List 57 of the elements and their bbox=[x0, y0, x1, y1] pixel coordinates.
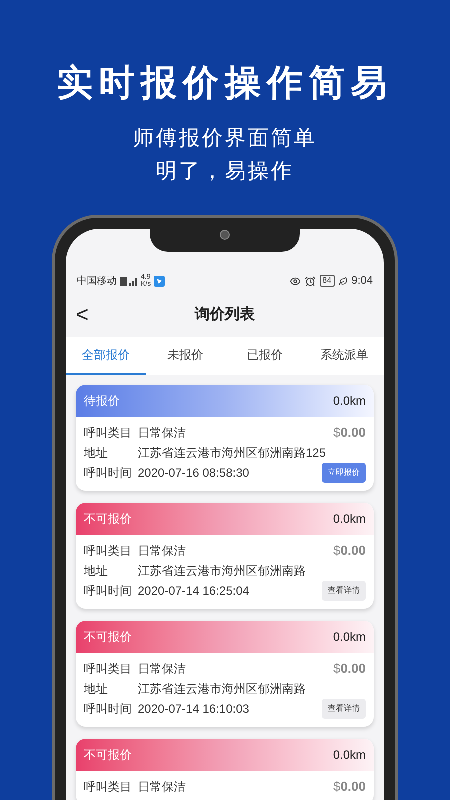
field-value: 日常保洁 bbox=[138, 425, 186, 442]
price-text: $0.00 bbox=[333, 660, 366, 678]
field-value: 2020-07-16 08:58:30 bbox=[138, 465, 250, 482]
field-label: 地址 bbox=[84, 445, 109, 462]
status-label: 不可报价 bbox=[84, 629, 132, 646]
clock-time: 9:04 bbox=[352, 274, 373, 289]
field-label: 呼叫时间 bbox=[84, 583, 133, 600]
inquiry-card[interactable]: 不可报价 0.0km 呼叫类目 日常保洁 $0.00 bbox=[76, 739, 374, 800]
card-action-button[interactable]: 立即报价 bbox=[322, 463, 366, 483]
field-label: 呼叫类目 bbox=[84, 661, 133, 678]
battery-indicator: 84 bbox=[320, 275, 335, 287]
filter-tab[interactable]: 已报价 bbox=[225, 337, 304, 375]
field-label: 呼叫类目 bbox=[84, 543, 133, 560]
price-text: $0.00 bbox=[333, 542, 366, 560]
inquiry-card[interactable]: 不可报价 0.0km 呼叫类目 日常保洁 $0.00 地址 江苏省连云港市海州区郁洲南路 呼叫时间 2020-07-14 16:10:03 查看详情 bbox=[76, 621, 374, 727]
field-label: 呼叫时间 bbox=[84, 701, 133, 718]
headline: 实时报价操作简易 bbox=[57, 61, 393, 105]
carrier-text: 中国移动 bbox=[77, 274, 117, 288]
card-action-button[interactable]: 查看详情 bbox=[322, 581, 366, 601]
inquiry-card[interactable]: 待报价 0.0km 呼叫类目 日常保洁 $0.00 地址 江苏省连云港市海州区郁洲南路125 呼叫时间 2020-07-16 08:58:30 立即报价 bbox=[76, 385, 374, 491]
price-text: $0.00 bbox=[333, 778, 366, 796]
field-value: 日常保洁 bbox=[138, 779, 186, 796]
alarm-icon bbox=[304, 276, 316, 286]
inquiry-card[interactable]: 不可报价 0.0km 呼叫类目 日常保洁 $0.00 地址 江苏省连云港市海州区郁洲南路 呼叫时间 2020-07-14 16:25:04 查看详情 bbox=[76, 503, 374, 609]
filter-tab[interactable]: 系统派单 bbox=[304, 337, 384, 375]
leaf-icon bbox=[338, 276, 348, 286]
field-value: 日常保洁 bbox=[138, 661, 186, 678]
field-value: 江苏省连云港市海州区郁洲南路 bbox=[138, 681, 306, 698]
status-label: 不可报价 bbox=[84, 747, 132, 764]
filter-tab[interactable]: 未报价 bbox=[146, 337, 225, 375]
field-value: 2020-07-14 16:10:03 bbox=[138, 701, 250, 718]
distance-text: 0.0km bbox=[333, 747, 366, 764]
page-title: 询价列表 bbox=[195, 304, 255, 325]
field-label: 地址 bbox=[84, 563, 109, 580]
card-action-button[interactable]: 查看详情 bbox=[322, 699, 366, 719]
field-value: 2020-07-14 16:25:04 bbox=[138, 583, 250, 600]
field-value: 日常保洁 bbox=[138, 543, 186, 560]
field-value: 江苏省连云港市海州区郁洲南路 bbox=[138, 563, 306, 580]
field-label: 呼叫类目 bbox=[84, 779, 133, 796]
camera-icon bbox=[220, 230, 230, 240]
field-value: 江苏省连云港市海州区郁洲南路125 bbox=[138, 445, 326, 462]
status-label: 不可报价 bbox=[84, 511, 132, 528]
distance-text: 0.0km bbox=[333, 393, 366, 410]
price-text: $0.00 bbox=[333, 424, 366, 442]
subtitle-line: 师傅报价界面简单 bbox=[133, 126, 317, 152]
status-label: 待报价 bbox=[84, 393, 120, 410]
field-label: 呼叫类目 bbox=[84, 425, 133, 442]
field-label: 呼叫时间 bbox=[84, 465, 133, 482]
signal-icon bbox=[120, 276, 138, 286]
eye-icon bbox=[290, 276, 301, 286]
distance-text: 0.0km bbox=[333, 629, 366, 646]
back-button[interactable]: < bbox=[76, 304, 89, 326]
filter-tab[interactable]: 全部报价 bbox=[66, 337, 146, 375]
field-label: 地址 bbox=[84, 681, 109, 698]
distance-text: 0.0km bbox=[333, 511, 366, 528]
subtitle-line: 明了，易操作 bbox=[156, 159, 294, 185]
app-notification-icon bbox=[154, 276, 166, 286]
